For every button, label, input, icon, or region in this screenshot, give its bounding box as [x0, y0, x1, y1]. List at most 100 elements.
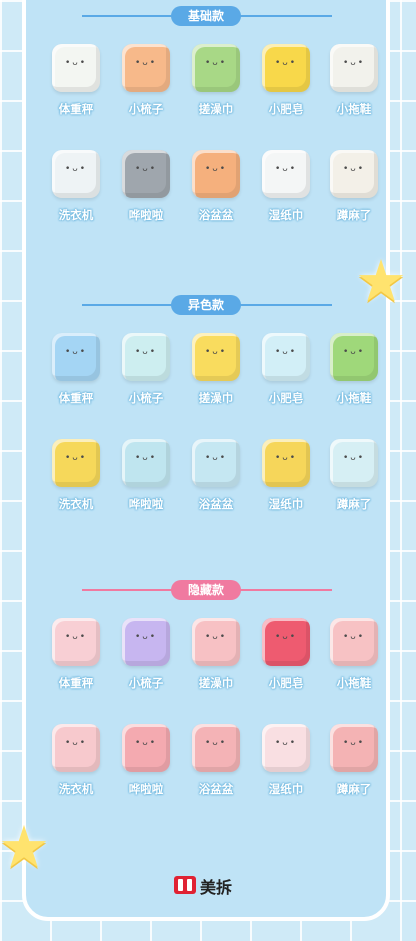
figure-item: •ᴗ• 小拖鞋: [324, 331, 384, 416]
figure-icon: •ᴗ•: [192, 618, 240, 666]
figure-item: •ᴗ• 洗衣机: [46, 148, 106, 233]
figure-label: 搓澡巾: [198, 391, 234, 405]
figure-icon: •ᴗ•: [262, 618, 310, 666]
section-3: 隐藏款 •ᴗ• 体重秤 •ᴗ• 小梳子 •ᴗ• 搓澡巾 •ᴗ• 小肥皂 •ᴗ• 小拖鞋 •ᴗ• 洗衣机 •…: [22, 580, 390, 860]
figure-icon: •ᴗ•: [52, 439, 100, 487]
figure-label: 小肥皂: [268, 102, 304, 116]
figure-item: •ᴗ• 浴盆盆: [186, 722, 246, 807]
figure-item: •ᴗ• 搓澡巾: [186, 42, 246, 127]
smiley-face-icon: •ᴗ•: [274, 453, 298, 463]
figure-item: •ᴗ• 蹲麻了: [324, 722, 384, 807]
figure-item: •ᴗ• 蹲麻了: [324, 148, 384, 233]
figure-item: •ᴗ• 小肥皂: [256, 616, 316, 701]
figure-item: •ᴗ• 小肥皂: [256, 42, 316, 127]
figure-icon: •ᴗ•: [330, 439, 378, 487]
smiley-face-icon: •ᴗ•: [64, 453, 88, 463]
section-header: 隐藏款: [22, 580, 390, 600]
star-icon: ★: [355, 247, 407, 315]
smiley-face-icon: •ᴗ•: [274, 738, 298, 748]
figure-label: 小肥皂: [268, 676, 304, 690]
section-2: 异色款 •ᴗ• 体重秤 •ᴗ• 小梳子 •ᴗ• 搓澡巾 •ᴗ• 小肥皂 •ᴗ• 小拖鞋 •ᴗ• 洗衣机 •…: [22, 295, 390, 575]
figure-item: •ᴗ• 小梳子: [116, 331, 176, 416]
figure-icon: •ᴗ•: [192, 724, 240, 772]
figure-icon: •ᴗ•: [192, 150, 240, 198]
figure-label: 蹲麻了: [336, 782, 372, 796]
figure-label: 湿纸巾: [268, 782, 304, 796]
figure-label: 洗衣机: [58, 208, 94, 222]
figure-icon: •ᴗ•: [122, 333, 170, 381]
figure-icon: •ᴗ•: [330, 724, 378, 772]
smiley-face-icon: •ᴗ•: [134, 632, 158, 642]
figure-label: 湿纸巾: [268, 208, 304, 222]
divider: [82, 304, 172, 306]
figure-item: •ᴗ• 小梳子: [116, 42, 176, 127]
figure-icon: •ᴗ•: [192, 439, 240, 487]
figure-label: 小拖鞋: [336, 391, 372, 405]
smiley-face-icon: •ᴗ•: [204, 738, 228, 748]
figure-item: •ᴗ• 哗啦啦: [116, 437, 176, 522]
figure-icon: •ᴗ•: [122, 439, 170, 487]
divider: [82, 589, 172, 591]
figure-label: 蹲麻了: [336, 208, 372, 222]
smiley-face-icon: •ᴗ•: [274, 164, 298, 174]
figure-item: •ᴗ• 浴盆盆: [186, 148, 246, 233]
figure-item: •ᴗ• 小拖鞋: [324, 616, 384, 701]
section-header: 异色款: [22, 295, 390, 315]
figure-icon: •ᴗ•: [52, 44, 100, 92]
figure-icon: •ᴗ•: [52, 618, 100, 666]
divider: [240, 304, 332, 306]
figure-item: •ᴗ• 哗啦啦: [116, 148, 176, 233]
figure-icon: •ᴗ•: [262, 724, 310, 772]
figure-label: 小梳子: [128, 676, 164, 690]
smiley-face-icon: •ᴗ•: [274, 58, 298, 68]
figure-label: 哗啦啦: [128, 782, 164, 796]
smiley-face-icon: •ᴗ•: [274, 632, 298, 642]
section-1: 基础款 •ᴗ• 体重秤 •ᴗ• 小梳子 •ᴗ• 搓澡巾 •ᴗ• 小肥皂 •ᴗ• 小拖鞋 •ᴗ• 洗衣机 •…: [22, 6, 390, 286]
smiley-face-icon: •ᴗ•: [134, 347, 158, 357]
star-icon: ★: [0, 813, 50, 881]
smiley-face-icon: •ᴗ•: [342, 347, 366, 357]
figure-label: 浴盆盆: [198, 782, 234, 796]
figure-label: 湿纸巾: [268, 497, 304, 511]
smiley-face-icon: •ᴗ•: [64, 347, 88, 357]
figure-item: •ᴗ• 搓澡巾: [186, 616, 246, 701]
figure-item: •ᴗ• 小梳子: [116, 616, 176, 701]
figure-icon: •ᴗ•: [122, 44, 170, 92]
smiley-face-icon: •ᴗ•: [134, 738, 158, 748]
figure-item: •ᴗ• 搓澡巾: [186, 331, 246, 416]
section-header: 基础款: [22, 6, 390, 26]
figure-label: 小梳子: [128, 391, 164, 405]
section-title: 异色款: [171, 295, 241, 315]
figure-icon: •ᴗ•: [262, 44, 310, 92]
figure-label: 体重秤: [58, 391, 94, 405]
figure-icon: •ᴗ•: [330, 333, 378, 381]
figure-label: 蹲麻了: [336, 497, 372, 511]
figure-item: •ᴗ• 体重秤: [46, 331, 106, 416]
figure-label: 浴盆盆: [198, 208, 234, 222]
figure-label: 浴盆盆: [198, 497, 234, 511]
smiley-face-icon: •ᴗ•: [342, 632, 366, 642]
figure-icon: •ᴗ•: [122, 618, 170, 666]
divider: [240, 15, 332, 17]
figure-icon: •ᴗ•: [52, 724, 100, 772]
divider: [240, 589, 332, 591]
figure-label: 小拖鞋: [336, 676, 372, 690]
figure-label: 小梳子: [128, 102, 164, 116]
smiley-face-icon: •ᴗ•: [274, 347, 298, 357]
figure-item: •ᴗ• 体重秤: [46, 42, 106, 127]
figure-label: 洗衣机: [58, 782, 94, 796]
figure-icon: •ᴗ•: [262, 333, 310, 381]
figure-item: •ᴗ• 湿纸巾: [256, 722, 316, 807]
figure-icon: •ᴗ•: [192, 333, 240, 381]
smiley-face-icon: •ᴗ•: [134, 164, 158, 174]
figure-item: •ᴗ• 小肥皂: [256, 331, 316, 416]
figure-label: 小拖鞋: [336, 102, 372, 116]
smiley-face-icon: •ᴗ•: [64, 164, 88, 174]
smiley-face-icon: •ᴗ•: [134, 58, 158, 68]
figure-item: •ᴗ• 洗衣机: [46, 437, 106, 522]
brand-name: 美拆: [200, 878, 233, 897]
brand-logo-icon: [174, 876, 196, 894]
smiley-face-icon: •ᴗ•: [204, 58, 228, 68]
figure-label: 小肥皂: [268, 391, 304, 405]
smiley-face-icon: •ᴗ•: [342, 164, 366, 174]
